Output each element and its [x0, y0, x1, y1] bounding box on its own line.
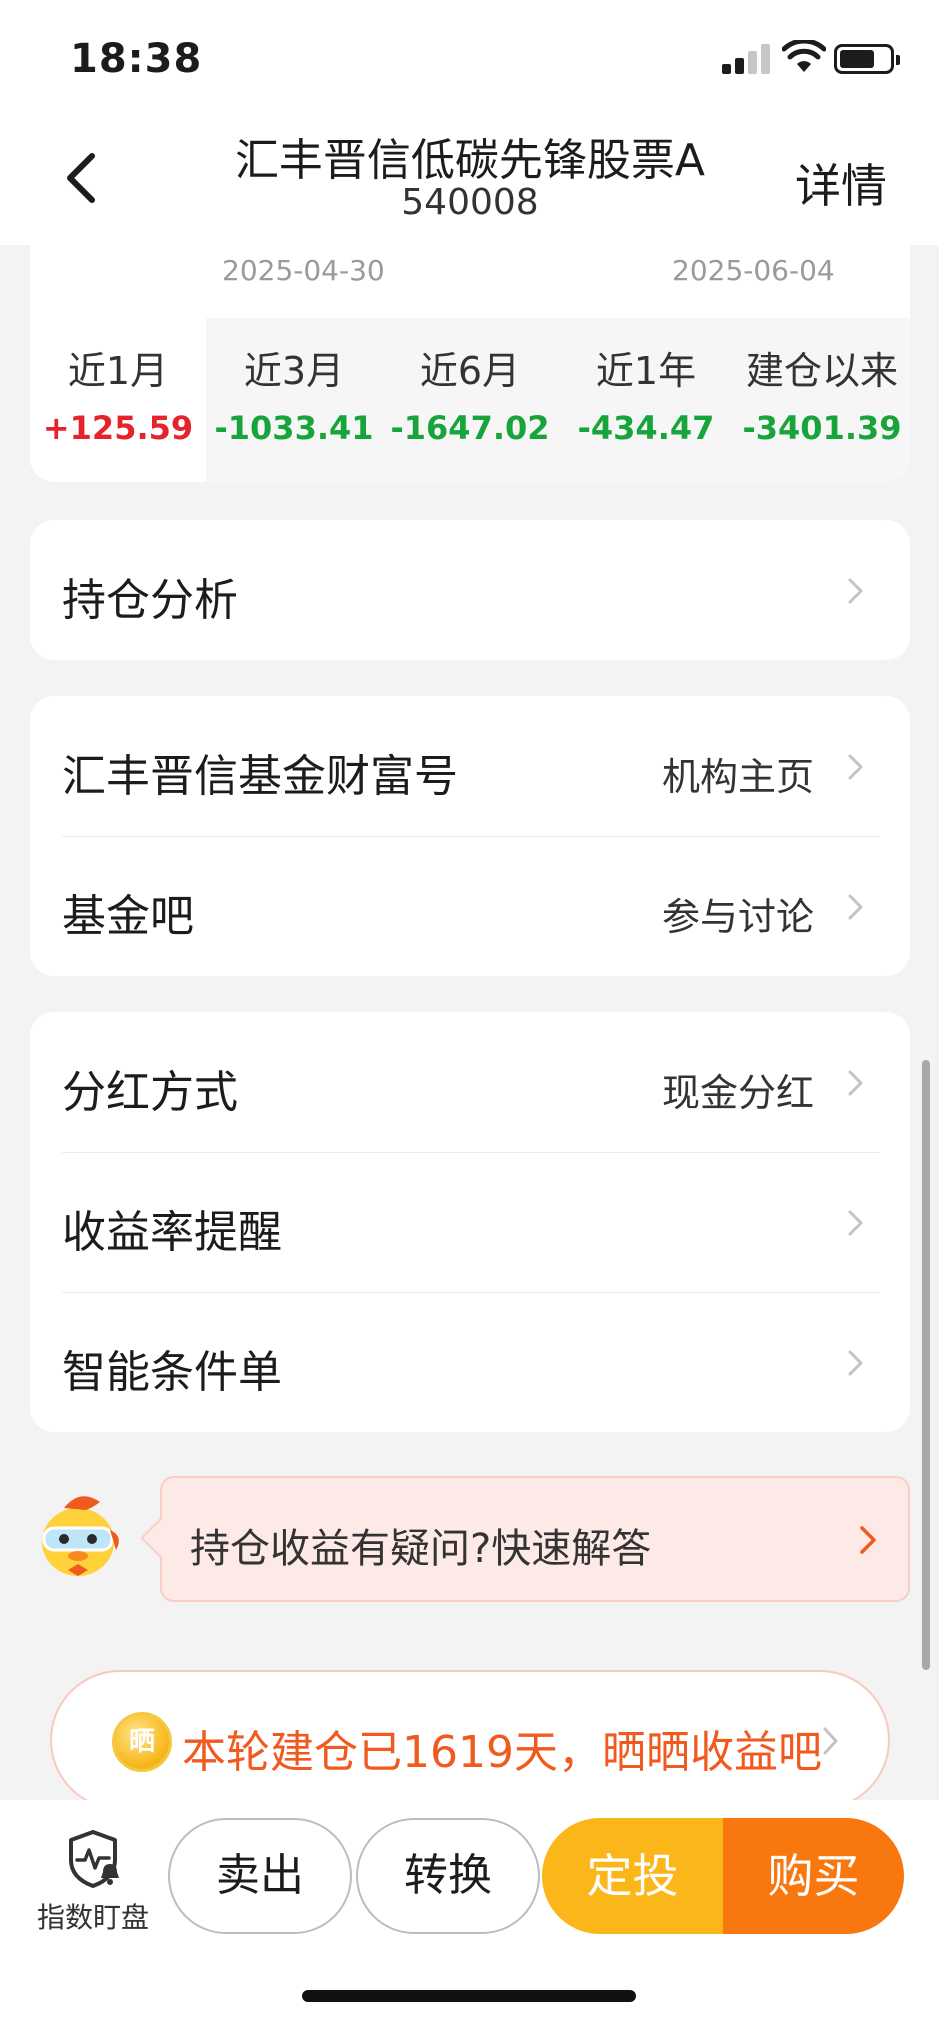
fund-holding-page: 18:38 汇丰晋信低碳先锋股票A 540008 详情 2025-04-30 2…: [0, 0, 939, 2032]
sell-button[interactable]: 卖出: [168, 1818, 352, 1934]
status-bar: 18:38: [0, 0, 939, 110]
shield-pulse-bell-icon: [69, 1830, 119, 1888]
date-start: 2025-04-30: [222, 254, 385, 287]
primary-action-group: 定投 购买: [542, 1818, 904, 1934]
period-label: 近1年: [595, 349, 697, 393]
scrollbar[interactable]: [922, 1060, 930, 1670]
home-indicator[interactable]: [302, 1990, 636, 2002]
chevron-right-icon: [848, 578, 863, 604]
row-right-text: 现金分红: [661, 1071, 814, 1115]
chevron-right-icon: [848, 754, 863, 780]
coin-icon: 晒: [112, 1712, 172, 1772]
share-earnings-banner[interactable]: 晒 本轮建仓已1619天，晒晒收益吧: [50, 1670, 890, 1810]
chevron-left-icon[interactable]: [58, 150, 108, 206]
battery-icon: [834, 44, 900, 74]
row-title: 收益率提醒: [62, 1207, 282, 1258]
period-tab[interactable]: 近1月 +125.59: [30, 318, 206, 482]
help-text: 持仓收益有疑问?快速解答: [190, 1526, 652, 1572]
fund-code: 540008: [401, 182, 539, 223]
auto-invest-button[interactable]: 定投: [542, 1818, 723, 1934]
list-row[interactable]: 智能条件单: [30, 1292, 910, 1432]
index-watch-label: 指数盯盘: [36, 1901, 149, 1934]
duck-mascot-icon: [42, 1496, 119, 1576]
period-tab[interactable]: 近6月 -1647.02: [382, 318, 558, 482]
period-value: -1033.41: [214, 409, 374, 447]
list-row[interactable]: 分红方式 现金分红: [30, 1012, 910, 1152]
switch-button[interactable]: 转换: [356, 1818, 540, 1934]
period-label: 近1月: [67, 349, 169, 393]
row-right-text: 机构主页: [661, 755, 814, 799]
period-value: +125.59: [42, 409, 194, 447]
list-row[interactable]: 汇丰晋信基金财富号 机构主页: [30, 696, 910, 836]
chevron-right-icon: [848, 1070, 863, 1096]
status-time: 18:38: [70, 36, 203, 82]
nav-bar: 汇丰晋信低碳先锋股票A 540008 详情: [0, 110, 939, 245]
org-card: 汇丰晋信基金财富号 机构主页基金吧 参与讨论: [30, 696, 910, 976]
holdings-analysis-title: 持仓分析: [62, 575, 238, 626]
bottom-action-bar: 指数盯盘 卖出 转换 定投 购买: [0, 1800, 939, 2032]
list-row[interactable]: 基金吧 参与讨论: [30, 836, 910, 976]
list-row[interactable]: 收益率提醒: [30, 1152, 910, 1292]
period-tab[interactable]: 建仓以来 -3401.39: [734, 318, 910, 482]
holdings-analysis-row[interactable]: 持仓分析: [30, 520, 910, 660]
date-end: 2025-06-04: [672, 254, 835, 287]
holdings-analysis-card: 持仓分析: [30, 520, 910, 660]
chevron-right-icon: [848, 1210, 863, 1236]
period-tab[interactable]: 近1年 -434.47: [558, 318, 734, 482]
row-title: 汇丰晋信基金财富号: [62, 751, 458, 802]
detail-link[interactable]: 详情: [795, 150, 887, 216]
row-title: 智能条件单: [62, 1347, 282, 1398]
period-tab[interactable]: 近3月 -1033.41: [206, 318, 382, 482]
period-value: -1647.02: [390, 409, 550, 447]
period-label: 建仓以来: [745, 349, 898, 393]
chevron-right-icon: [860, 1526, 876, 1554]
row-title: 基金吧: [62, 891, 194, 942]
help-banner[interactable]: 持仓收益有疑问?快速解答: [160, 1476, 910, 1602]
period-label: 近6月: [419, 349, 521, 393]
period-value: -3401.39: [742, 409, 902, 447]
share-text: 本轮建仓已1619天，晒晒收益吧: [182, 1727, 822, 1778]
index-watch-button[interactable]: 指数盯盘: [28, 1828, 158, 1938]
period-value: -434.47: [577, 409, 715, 447]
returns-card: 2025-04-30 2025-06-04 近1月 +125.59 近3月 -1033…: [30, 230, 910, 482]
fund-title: 汇丰晋信低碳先锋股票A: [234, 135, 706, 186]
cellular-signal-icon: [722, 44, 772, 74]
period-label: 近3月: [243, 349, 345, 393]
row-right-text: 参与讨论: [661, 895, 814, 939]
row-title: 分红方式: [62, 1067, 238, 1118]
period-tabs: 近1月 +125.59 近3月 -1033.41 近6月 -1647.02 近1年 -434.…: [30, 318, 910, 482]
chevron-right-icon: [848, 1350, 863, 1376]
chevron-right-icon: [823, 1727, 838, 1755]
chart-date-axis: 2025-04-30 2025-06-04: [30, 254, 910, 294]
buy-button[interactable]: 购买: [723, 1818, 904, 1934]
wifi-icon: [782, 40, 826, 72]
settings-card: 分红方式 现金分红收益率提醒智能条件单: [30, 1012, 910, 1432]
chevron-right-icon: [848, 894, 863, 920]
